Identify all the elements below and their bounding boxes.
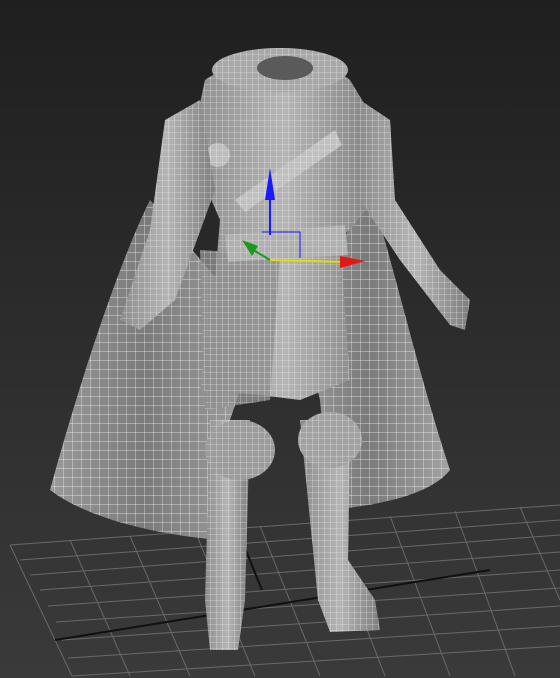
legs-mesh[interactable]: [205, 412, 380, 650]
3d-viewport[interactable]: [0, 0, 560, 678]
viewport-canvas[interactable]: [0, 0, 560, 678]
ground-grid: [9, 504, 560, 677]
collar-mesh[interactable]: [212, 48, 348, 92]
